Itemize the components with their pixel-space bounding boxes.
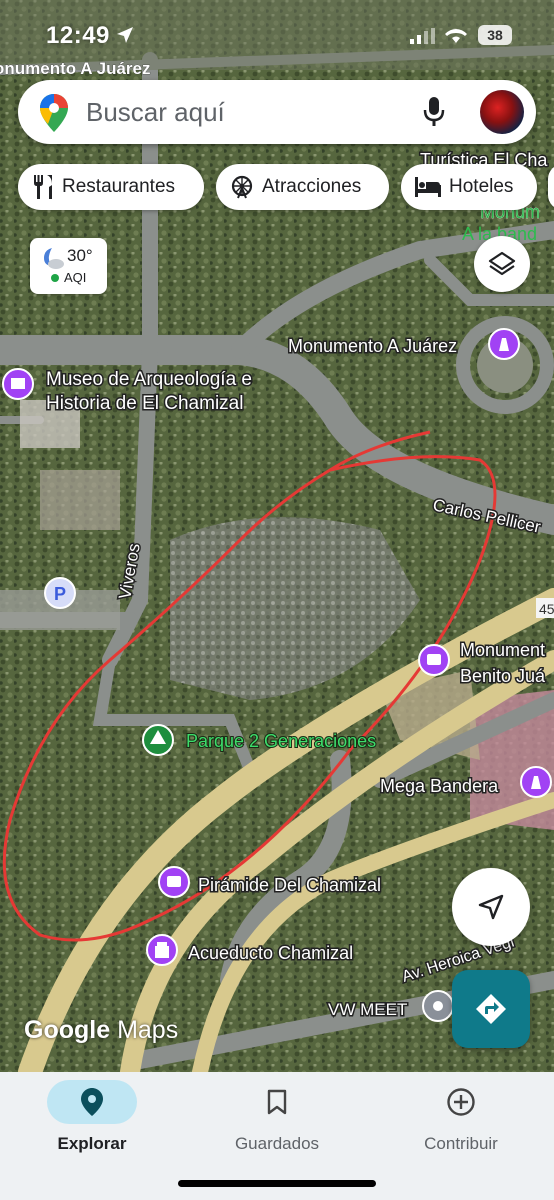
location-arrow-icon	[117, 27, 133, 43]
layers-button[interactable]	[474, 236, 530, 292]
route-shield-45: 45	[536, 598, 554, 618]
logo-google: Google	[24, 1016, 111, 1044]
parking-label: P	[54, 584, 66, 604]
plus-circle-icon	[447, 1088, 475, 1116]
bookmark-icon	[267, 1089, 287, 1115]
label-acueducto: Acueducto Chamizal	[188, 943, 353, 963]
aqi-status-dot	[51, 274, 59, 282]
label-museo-1: Museo de Arqueología e	[46, 369, 252, 390]
moon-cloud-icon	[44, 248, 64, 269]
status-bar: 12:49 38	[0, 0, 554, 70]
microphone-icon[interactable]	[422, 96, 446, 128]
label-parque: Parque 2 Generaciones	[186, 731, 376, 751]
label-monumento-juarez: Monumento A Juárez	[288, 336, 457, 356]
home-indicator[interactable]	[178, 1180, 376, 1187]
avatar[interactable]	[480, 90, 524, 134]
ferris-wheel-icon	[230, 175, 254, 199]
svg-text:45: 45	[539, 601, 554, 617]
chip-hoteles[interactable]: Hoteles	[401, 164, 537, 210]
fork-knife-icon	[32, 175, 54, 199]
chip-label: Restaurantes	[62, 176, 176, 197]
navigation-arrow-icon	[478, 894, 504, 920]
chip-atracciones[interactable]: Atracciones	[216, 164, 389, 210]
my-location-button[interactable]	[452, 868, 530, 946]
cellular-signal-icon	[410, 28, 435, 44]
tab-icon-wrap	[232, 1080, 322, 1124]
tab-explorar[interactable]: Explorar	[2, 1080, 182, 1154]
bed-icon	[415, 177, 441, 197]
search-bar[interactable]: Buscar aquí	[18, 80, 536, 144]
wifi-icon	[445, 29, 467, 43]
parking-marker[interactable]: P	[44, 577, 76, 609]
layers-icon	[488, 251, 516, 276]
chip-restaurantes[interactable]: Restaurantes	[18, 164, 204, 210]
label-museo-2: Historia de El Chamizal	[46, 393, 243, 414]
google-maps-logo: Google Maps	[24, 1016, 178, 1045]
search-input[interactable]: Buscar aquí	[86, 97, 225, 128]
label-vw-meet: VW MEET	[328, 1000, 407, 1019]
directions-button[interactable]	[452, 970, 530, 1048]
logo-maps: Maps	[117, 1016, 179, 1044]
google-maps-pin-icon	[40, 94, 68, 132]
directions-icon	[476, 994, 506, 1024]
location-pin-icon	[81, 1088, 103, 1116]
weather-widget[interactable]: 30° AQI	[30, 238, 107, 294]
chip-label: Atracciones	[262, 176, 362, 197]
aqi-label: AQI	[64, 270, 87, 285]
label-piramide: Pirámide Del Chamizal	[198, 875, 381, 895]
tab-label: Contribuir	[424, 1134, 498, 1153]
chip-label: Hoteles	[449, 176, 514, 197]
tab-icon-wrap	[416, 1080, 506, 1124]
battery-icon: 38	[478, 25, 512, 45]
tab-label: Explorar	[57, 1134, 127, 1153]
label-mega-bandera: Mega Bandera	[380, 776, 499, 796]
tab-icon-wrap	[47, 1080, 137, 1124]
label-benito-2: Benito Juá	[460, 666, 546, 686]
weather-temp: 30°	[67, 246, 93, 265]
label-benito-1: Monument	[460, 640, 545, 660]
battery-level: 38	[487, 27, 503, 43]
tab-guardados[interactable]: Guardados	[187, 1080, 367, 1154]
tab-contribuir[interactable]: Contribuir	[371, 1080, 551, 1154]
status-time: 12:49	[46, 22, 110, 49]
tab-label: Guardados	[234, 1134, 320, 1153]
